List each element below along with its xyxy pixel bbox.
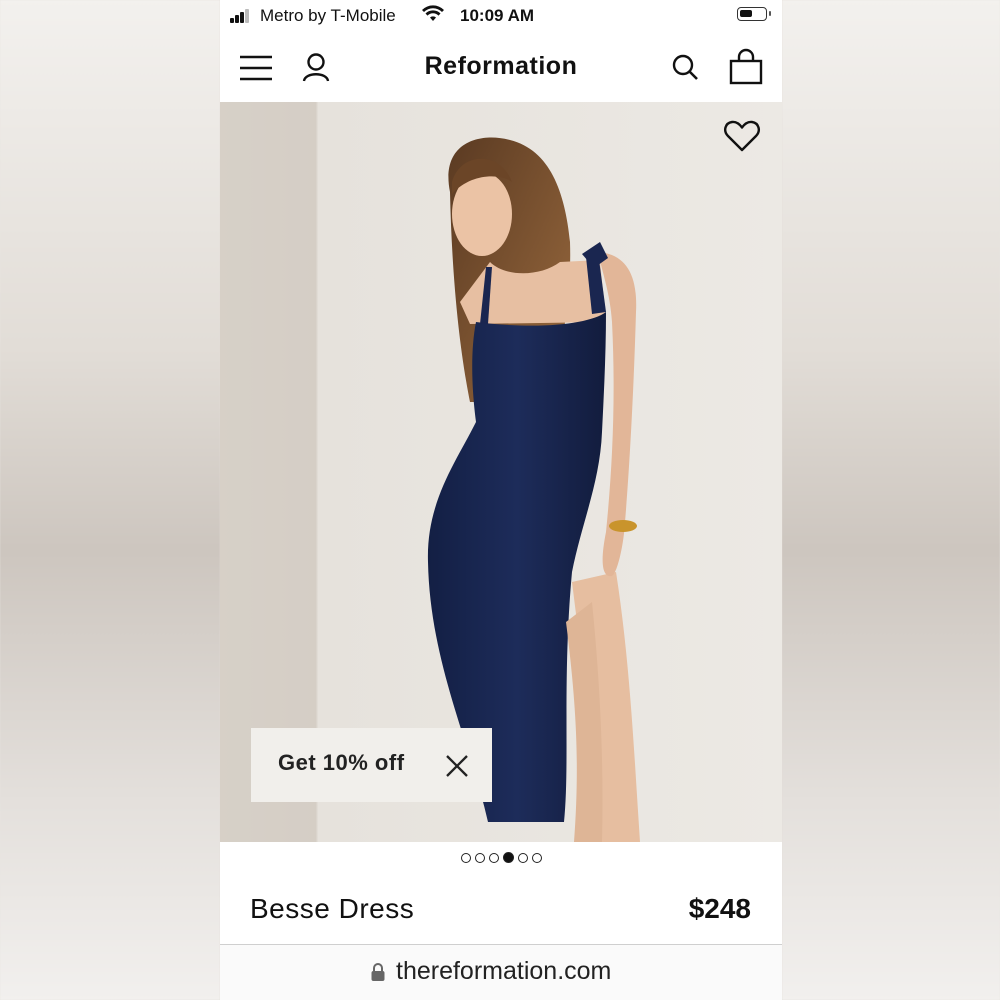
carousel-dot[interactable] [474, 853, 485, 863]
lock-icon [371, 963, 385, 981]
wifi-icon [422, 5, 444, 21]
phone-screen: Metro by T-Mobile 10:09 AM Reformation G… [220, 0, 782, 1000]
blurred-background-left [0, 0, 220, 1000]
signal-bars-icon [230, 9, 252, 23]
product-name: Besse Dress [250, 893, 415, 924]
browser-address-bar[interactable]: thereformation.com [220, 945, 782, 1000]
carousel-dot[interactable] [517, 853, 528, 863]
status-bar: Metro by T-Mobile 10:09 AM [220, 0, 782, 32]
heart-icon[interactable] [722, 116, 762, 156]
clock: 10:09 AM [460, 6, 535, 25]
site-header: Reformation [220, 34, 782, 102]
carousel-dot[interactable] [531, 853, 542, 863]
promo-text[interactable]: Get 10% off [278, 750, 405, 776]
close-icon[interactable] [443, 752, 471, 780]
shopping-bag-icon[interactable] [726, 48, 766, 88]
carousel-dot-active[interactable] [502, 852, 514, 863]
carousel-dot[interactable] [460, 853, 471, 863]
promo-banner[interactable]: Get 10% off [251, 728, 492, 802]
carrier-label: Metro by T-Mobile [260, 6, 396, 25]
carousel-indicator [220, 852, 782, 868]
search-icon[interactable] [666, 48, 706, 88]
battery-icon [737, 7, 771, 21]
product-price: $248 [688, 893, 751, 924]
carousel-dot[interactable] [488, 853, 499, 863]
product-image-carousel[interactable]: Get 10% off [220, 102, 782, 842]
blurred-background-right [782, 0, 1000, 1000]
url-text[interactable]: thereformation.com [396, 957, 611, 986]
